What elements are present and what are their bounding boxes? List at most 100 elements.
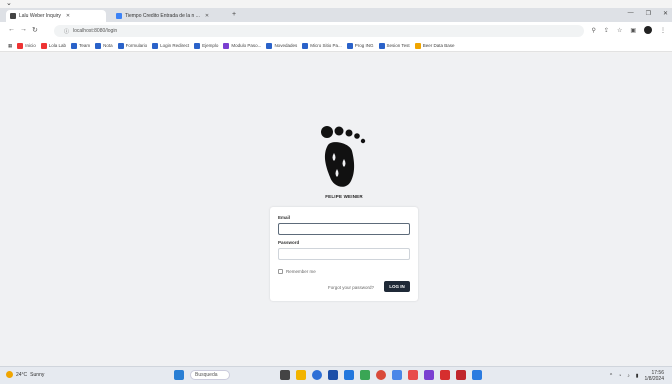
forgot-password-link[interactable]: Forgot your password? (328, 285, 374, 290)
remember-label: Remember me (286, 269, 316, 274)
app-red3-icon[interactable] (456, 370, 466, 380)
bookmark-item[interactable]: Prog ING (346, 42, 374, 49)
menu-icon[interactable]: ⋮ (660, 27, 666, 34)
bookmark-item[interactable]: Formulario (117, 42, 147, 49)
close-icon[interactable]: ✕ (205, 13, 209, 19)
edge-icon[interactable] (312, 370, 322, 380)
sun-icon (6, 371, 13, 378)
apps-icon[interactable]: ▦ (8, 43, 12, 49)
toolbar-icons: ⚲ ⇪ ☆ ▣ ⋮ (592, 26, 666, 34)
forward-icon[interactable]: → (20, 26, 27, 33)
close-window-icon[interactable]: ✕ (663, 10, 668, 17)
bookmark-favicon-icon (223, 42, 230, 49)
store-icon[interactable] (328, 370, 338, 380)
footprint-logo-icon (321, 126, 366, 187)
weather-text: Sunny (30, 371, 45, 378)
login-button[interactable]: LOG IN (384, 281, 410, 292)
page-content: FELIPE WEINER Email Password Remember me… (0, 53, 672, 366)
extensions-icon[interactable]: ▣ (630, 27, 636, 34)
tab-title: Tiempo Credito Entrada de la n ... (125, 13, 200, 19)
login-card: Email Password Remember me Forgot your p… (270, 207, 418, 301)
bookmark-item[interactable]: Nota (95, 42, 113, 49)
share-icon[interactable]: ⇪ (604, 27, 609, 34)
bookmark-favicon-icon (95, 42, 102, 49)
bookmark-item[interactable]: Micro Sitio Pa... (302, 42, 342, 49)
password-label: Password (278, 240, 300, 245)
app-red2-icon[interactable] (440, 370, 450, 380)
tab-second[interactable]: Tiempo Credito Entrada de la n ... ✕ (112, 10, 230, 22)
system-tray: ^ ◔ ♪ ▮ 17:56 1/8/2024 (610, 370, 664, 382)
star-icon[interactable]: ☆ (617, 27, 622, 34)
bookmark-favicon-icon (117, 42, 124, 49)
email-label: Email (278, 215, 291, 220)
tab-favicon-icon (116, 13, 122, 19)
screen: ⌄ Lalu Weber Inquiry ✕ Tiempo Credito En… (0, 0, 672, 384)
weather-temp: 24°C (16, 371, 28, 378)
bookmark-item[interactable]: Ejemplo (194, 42, 218, 49)
bookmark-item[interactable]: Sesion Test (378, 42, 410, 49)
bookmark-favicon-icon (152, 42, 159, 49)
reload-icon[interactable]: ↻ (32, 26, 38, 34)
window-controls: — ❐ ✕ (628, 10, 668, 17)
bookmark-item[interactable]: Team (71, 42, 90, 49)
tab-active[interactable]: Lalu Weber Inquiry ✕ (6, 10, 106, 22)
zoom-icon[interactable]: ⚲ (592, 27, 596, 34)
maximize-icon[interactable]: ❐ (646, 10, 651, 17)
chrome-icon[interactable] (376, 370, 386, 380)
email-field[interactable] (278, 223, 410, 235)
task-view-icon[interactable] (280, 370, 290, 380)
wifi-icon[interactable]: ◔ (618, 373, 621, 379)
bookmark-item[interactable]: Inicio (17, 42, 36, 49)
bookmark-item[interactable]: Login Redirect (152, 42, 189, 49)
bookmark-favicon-icon (346, 42, 353, 49)
weather-widget[interactable]: 24°C Sunny (6, 371, 44, 378)
tab-favicon-icon (10, 13, 16, 19)
profile-avatar[interactable] (644, 26, 652, 34)
bookmark-favicon-icon (17, 42, 24, 49)
site-info-icon[interactable]: ⓘ (64, 28, 69, 35)
battery-icon[interactable]: ▮ (636, 373, 639, 379)
app-icon[interactable] (360, 370, 370, 380)
bookmark-favicon-icon (378, 42, 385, 49)
chevron-down-icon[interactable]: ⌄ (6, 0, 12, 7)
mail-icon[interactable] (344, 370, 354, 380)
bookmark-favicon-icon (71, 42, 78, 49)
clock-date: 1/8/2024 (644, 376, 664, 382)
app-purple-icon[interactable] (424, 370, 434, 380)
volume-icon[interactable]: ♪ (627, 373, 630, 379)
bookmark-item[interactable]: Novedades (266, 42, 297, 49)
tray-chevron-icon[interactable]: ^ (610, 373, 612, 379)
address-text: localhost:8080/login (73, 28, 118, 34)
app-blue-icon[interactable] (472, 370, 482, 380)
vscode-icon[interactable] (392, 370, 402, 380)
tab-title: Lalu Weber Inquiry (19, 13, 61, 19)
taskbar-apps: Busqueda (174, 370, 482, 380)
file-explorer-icon[interactable] (296, 370, 306, 380)
address-bar[interactable]: ⓘ localhost:8080/login (54, 25, 584, 37)
password-field[interactable] (278, 248, 410, 260)
windows-start-icon[interactable] (174, 370, 184, 380)
bookmarks-bar: ▦ Inicio Lola Lab Team Nota Formulario L… (0, 40, 672, 52)
bookmark-favicon-icon (302, 42, 309, 49)
close-icon[interactable]: ✕ (66, 13, 70, 19)
bookmark-item[interactable]: Lola Lab (40, 42, 66, 49)
bookmark-favicon-icon (266, 42, 273, 49)
bookmark-favicon-icon (40, 42, 47, 49)
taskbar: 24°C Sunny Busqueda ^ ◔ ♪ ▮ 17:56 1/8/20… (0, 366, 672, 384)
tab-bar: Lalu Weber Inquiry ✕ Tiempo Credito Entr… (0, 8, 672, 22)
new-tab-icon[interactable]: + (232, 11, 236, 18)
minimize-icon[interactable]: — (628, 10, 634, 17)
address-toolbar: ← → ↻ ⓘ localhost:8080/login ⚲ ⇪ ☆ ▣ ⋮ (0, 22, 672, 40)
bookmark-item[interactable]: Modulo Paso... (223, 42, 261, 49)
remember-checkbox[interactable] (278, 269, 283, 274)
bookmark-item[interactable]: Beer Data Base (414, 42, 454, 49)
top-strip: ⌄ (0, 0, 672, 8)
app-red-icon[interactable] (408, 370, 418, 380)
back-icon[interactable]: ← (8, 26, 15, 33)
bookmark-favicon-icon (194, 42, 201, 49)
bookmark-favicon-icon (414, 42, 421, 49)
remember-me[interactable]: Remember me (278, 269, 316, 274)
clock[interactable]: 17:56 1/8/2024 (645, 370, 664, 382)
brand-name: FELIPE WEINER (325, 194, 363, 199)
taskbar-search[interactable]: Busqueda (190, 370, 230, 380)
